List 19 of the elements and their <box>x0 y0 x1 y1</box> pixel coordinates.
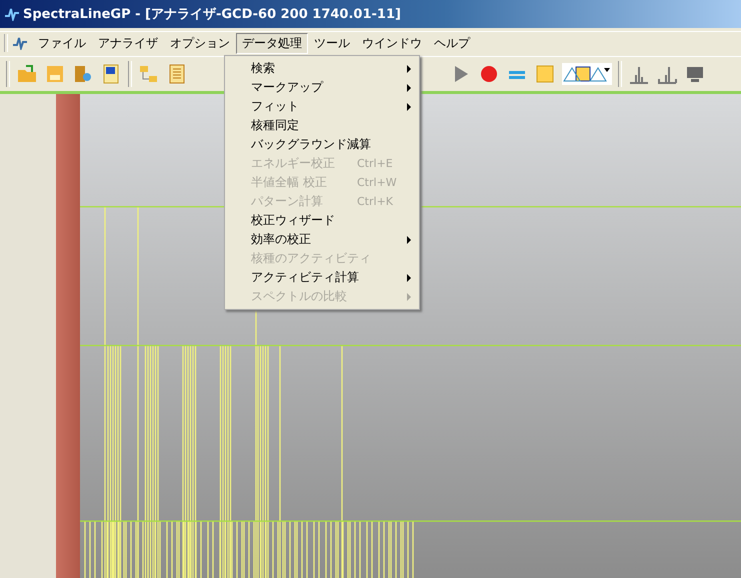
menu-item[interactable]: ファイル <box>32 32 92 54</box>
menu-item[interactable]: フィット <box>225 97 419 116</box>
menu-item[interactable]: バックグラウンド減算 <box>225 135 419 154</box>
window-title: SpectraLineGP - [アナライザ-GCD-60 200 1740.01-11] <box>23 6 401 23</box>
menu-item[interactable]: 核種同定 <box>225 116 419 135</box>
shortcut-label: Ctrl+K <box>357 195 394 208</box>
menu-item[interactable]: マークアップ <box>225 78 419 97</box>
menu-item[interactable]: 効率の校正 <box>225 230 419 249</box>
menu-item[interactable]: アクティビティ計算 <box>225 268 419 287</box>
menu-item[interactable]: ヘルプ <box>428 32 476 54</box>
menu-item[interactable]: アナライザ <box>92 32 164 54</box>
shortcut-label: Ctrl+E <box>357 157 394 170</box>
menu-item[interactable]: ウインドウ <box>356 32 428 54</box>
menu-item[interactable]: オプション <box>164 32 236 54</box>
menu-item[interactable]: 検索 <box>225 59 419 78</box>
menu-item[interactable]: ツール <box>308 32 356 54</box>
menu-item[interactable]: データ処理 <box>236 32 308 54</box>
menu-item[interactable]: 校正ウィザード <box>225 211 419 230</box>
shortcut-label: Ctrl+W <box>357 176 398 189</box>
